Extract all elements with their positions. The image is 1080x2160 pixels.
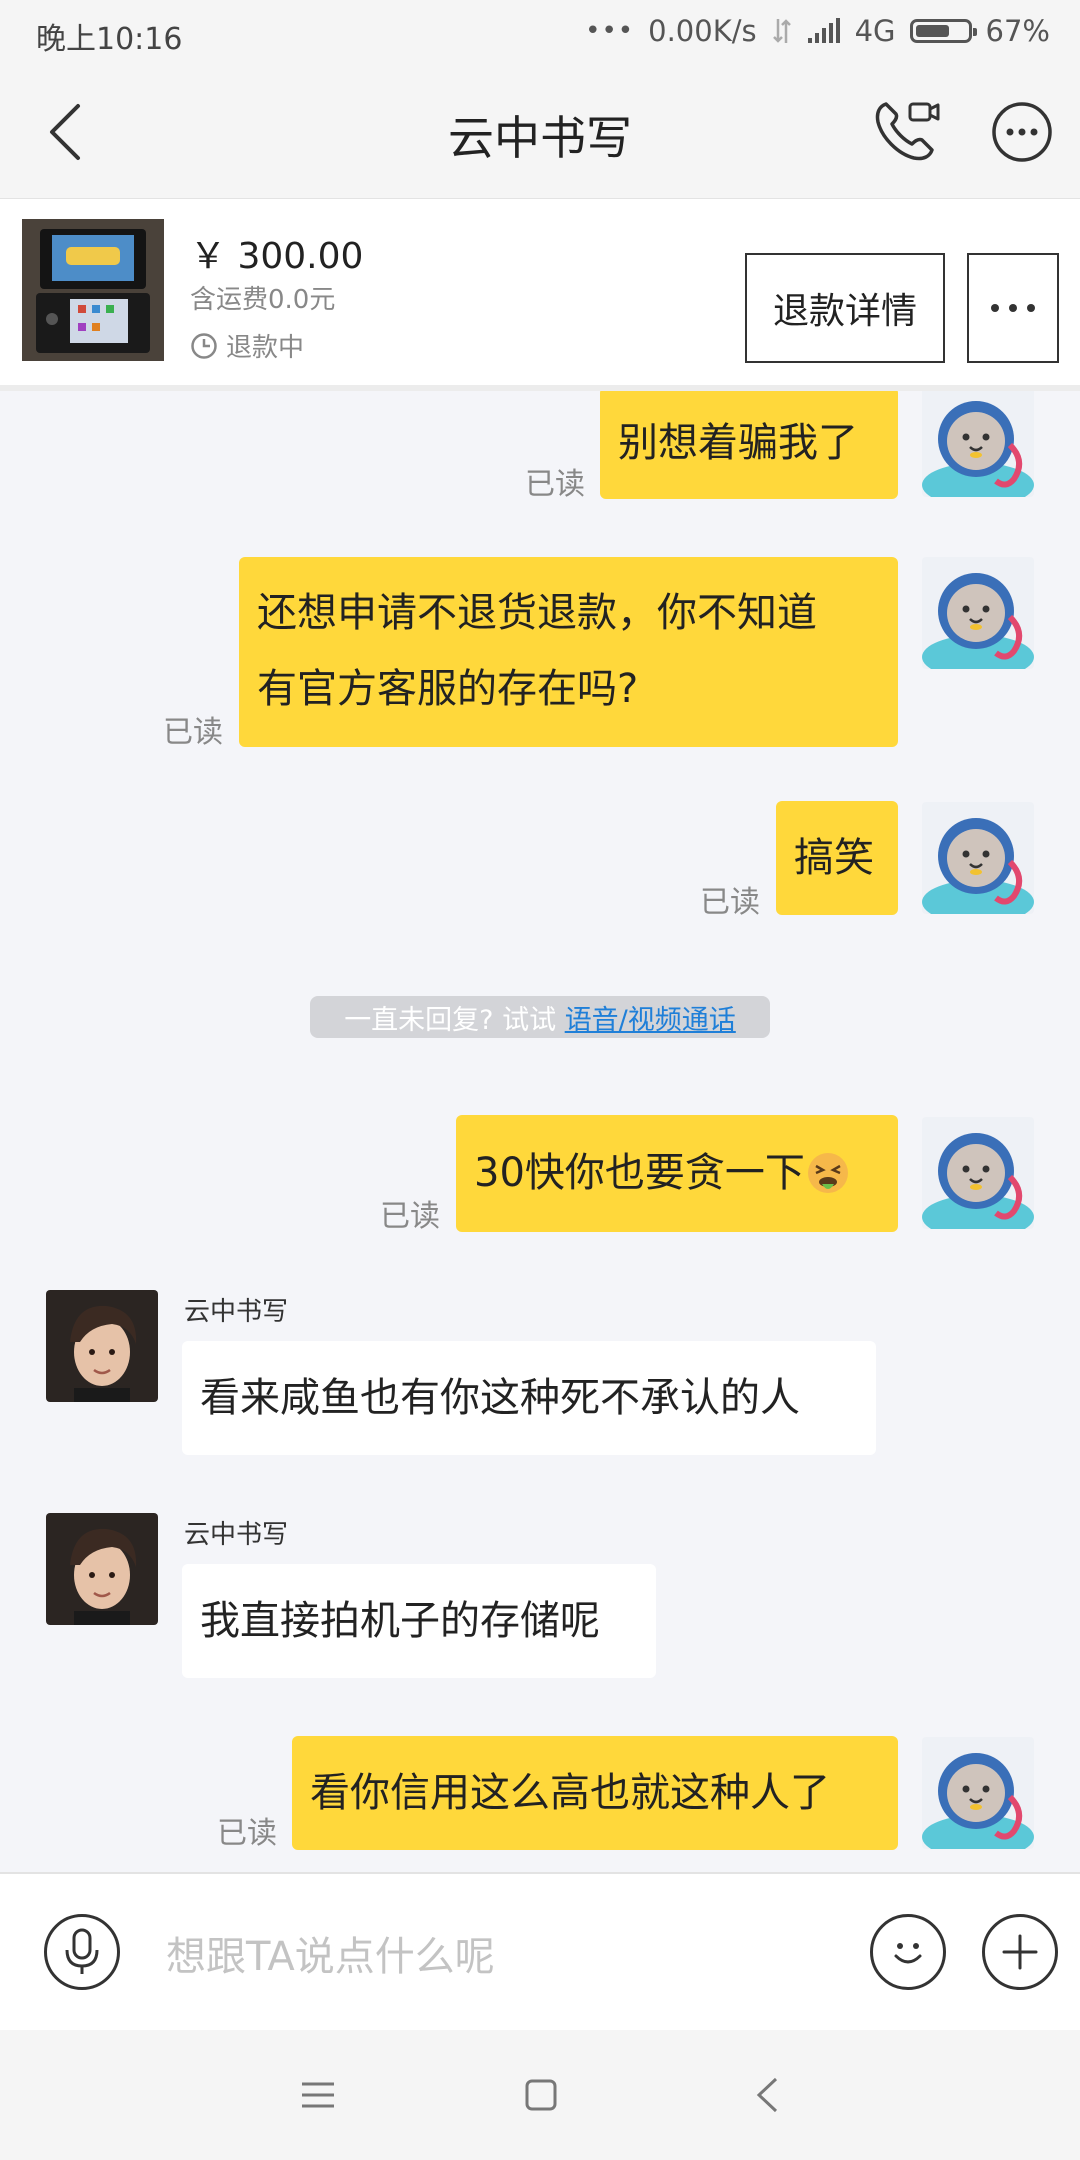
- microphone-icon: [65, 1928, 99, 1974]
- my-avatar[interactable]: [922, 1737, 1034, 1849]
- contact-name: 云中书写: [184, 1297, 289, 1327]
- my-avatar[interactable]: [922, 1117, 1034, 1229]
- message-line: 还想申请不退货退款，你不知道: [257, 590, 817, 636]
- emoji-button[interactable]: [870, 1914, 946, 1990]
- my-avatar[interactable]: [922, 557, 1034, 669]
- menu-icon[interactable]: [300, 2080, 336, 2110]
- call-suggestion-hint: 一直未回复? 试试 语音/视频通话: [310, 996, 770, 1038]
- message-text: 30快你也要贪一下: [474, 1150, 805, 1196]
- read-receipt: 已读: [525, 467, 585, 502]
- read-receipt: 已读: [217, 1816, 277, 1851]
- read-receipt: 已读: [700, 885, 760, 920]
- signal-icon: [807, 18, 840, 43]
- data-transfer-icon: [772, 19, 791, 43]
- status-bar: 晚上10:16 ••• 0.00K/s 4G 67%: [0, 0, 1080, 66]
- my-message-bubble[interactable]: 搞笑: [776, 801, 898, 915]
- my-message-bubble[interactable]: 看你信用这么高也就这种人了: [292, 1736, 898, 1850]
- message-input[interactable]: 想跟TA说点什么呢: [166, 1924, 495, 1982]
- product-card[interactable]: ￥ 300.00 含运费0.0元 退款中 退款详情: [0, 199, 1080, 391]
- seal-avatar-icon: [922, 1117, 1034, 1229]
- battery-icon: [909, 19, 977, 43]
- my-avatar[interactable]: [922, 802, 1034, 914]
- dots-icon: •••: [585, 16, 635, 46]
- person-photo-icon: [46, 1290, 158, 1402]
- contact-avatar[interactable]: [46, 1513, 158, 1625]
- smiley-icon: [894, 1943, 922, 1964]
- their-message-bubble[interactable]: 看来咸鱼也有你这种死不承认的人: [182, 1341, 876, 1455]
- video-call-icon[interactable]: [872, 96, 942, 166]
- seal-avatar-icon: [922, 557, 1034, 669]
- more-options-icon[interactable]: [990, 100, 1054, 164]
- hint-text: 一直未回复? 试试: [344, 1004, 565, 1036]
- home-icon[interactable]: [524, 2078, 558, 2112]
- order-status: 退款中: [190, 327, 304, 364]
- seal-avatar-icon: [922, 802, 1034, 914]
- my-message-bubble[interactable]: 别想着骗我了: [600, 391, 898, 499]
- chat-header: 云中书写: [0, 66, 1080, 199]
- system-nav-bar: [0, 2030, 1080, 2160]
- their-message-bubble[interactable]: 我直接拍机子的存储呢: [182, 1564, 656, 1678]
- read-receipt: 已读: [163, 715, 223, 750]
- product-more-button[interactable]: [967, 253, 1059, 363]
- status-time: 晚上10:16: [36, 22, 183, 57]
- my-message-bubble[interactable]: 还想申请不退货退款，你不知道 有官方客服的存在吗?: [239, 557, 898, 747]
- read-receipt: 已读: [380, 1199, 440, 1234]
- product-price: ￥ 300.00: [190, 236, 364, 277]
- network-speed: 0.00K/s: [648, 14, 757, 48]
- person-photo-icon: [46, 1513, 158, 1625]
- seal-avatar-icon: [922, 391, 1034, 497]
- plus-icon: [1002, 1934, 1038, 1970]
- message-input-bar: 想跟TA说点什么呢: [0, 1872, 1080, 2032]
- back-nav-icon[interactable]: [754, 2076, 780, 2114]
- sick-face-emoji-icon: [807, 1153, 848, 1193]
- voice-input-button[interactable]: [44, 1914, 120, 1990]
- clock-icon: [191, 332, 217, 359]
- product-thumbnail[interactable]: [22, 219, 164, 361]
- contact-name: 云中书写: [184, 1520, 289, 1550]
- refund-details-button[interactable]: 退款详情: [745, 253, 945, 363]
- voice-video-call-link[interactable]: 语音/视频通话: [565, 998, 736, 1037]
- chat-messages[interactable]: 已读 别想着骗我了 已读 还想申请不退货退款，你不知道 有官方客服的存在吗? 已…: [0, 391, 1080, 1872]
- message-line: 有官方客服的存在吗?: [257, 666, 639, 712]
- my-message-bubble[interactable]: 30快你也要贪一下: [456, 1115, 898, 1232]
- my-avatar[interactable]: [922, 391, 1034, 497]
- contact-avatar[interactable]: [46, 1290, 158, 1402]
- shipping-fee: 含运费0.0元: [190, 285, 336, 315]
- console-image: [22, 219, 164, 361]
- more-dots-icon: [991, 304, 1035, 312]
- more-actions-button[interactable]: [982, 1914, 1058, 1990]
- battery-percent: 67%: [985, 14, 1050, 48]
- order-status-text: 退款中: [226, 333, 305, 363]
- network-type: 4G: [854, 14, 896, 48]
- status-indicators: ••• 0.00K/s 4G 67%: [585, 14, 1050, 48]
- seal-avatar-icon: [922, 1737, 1034, 1849]
